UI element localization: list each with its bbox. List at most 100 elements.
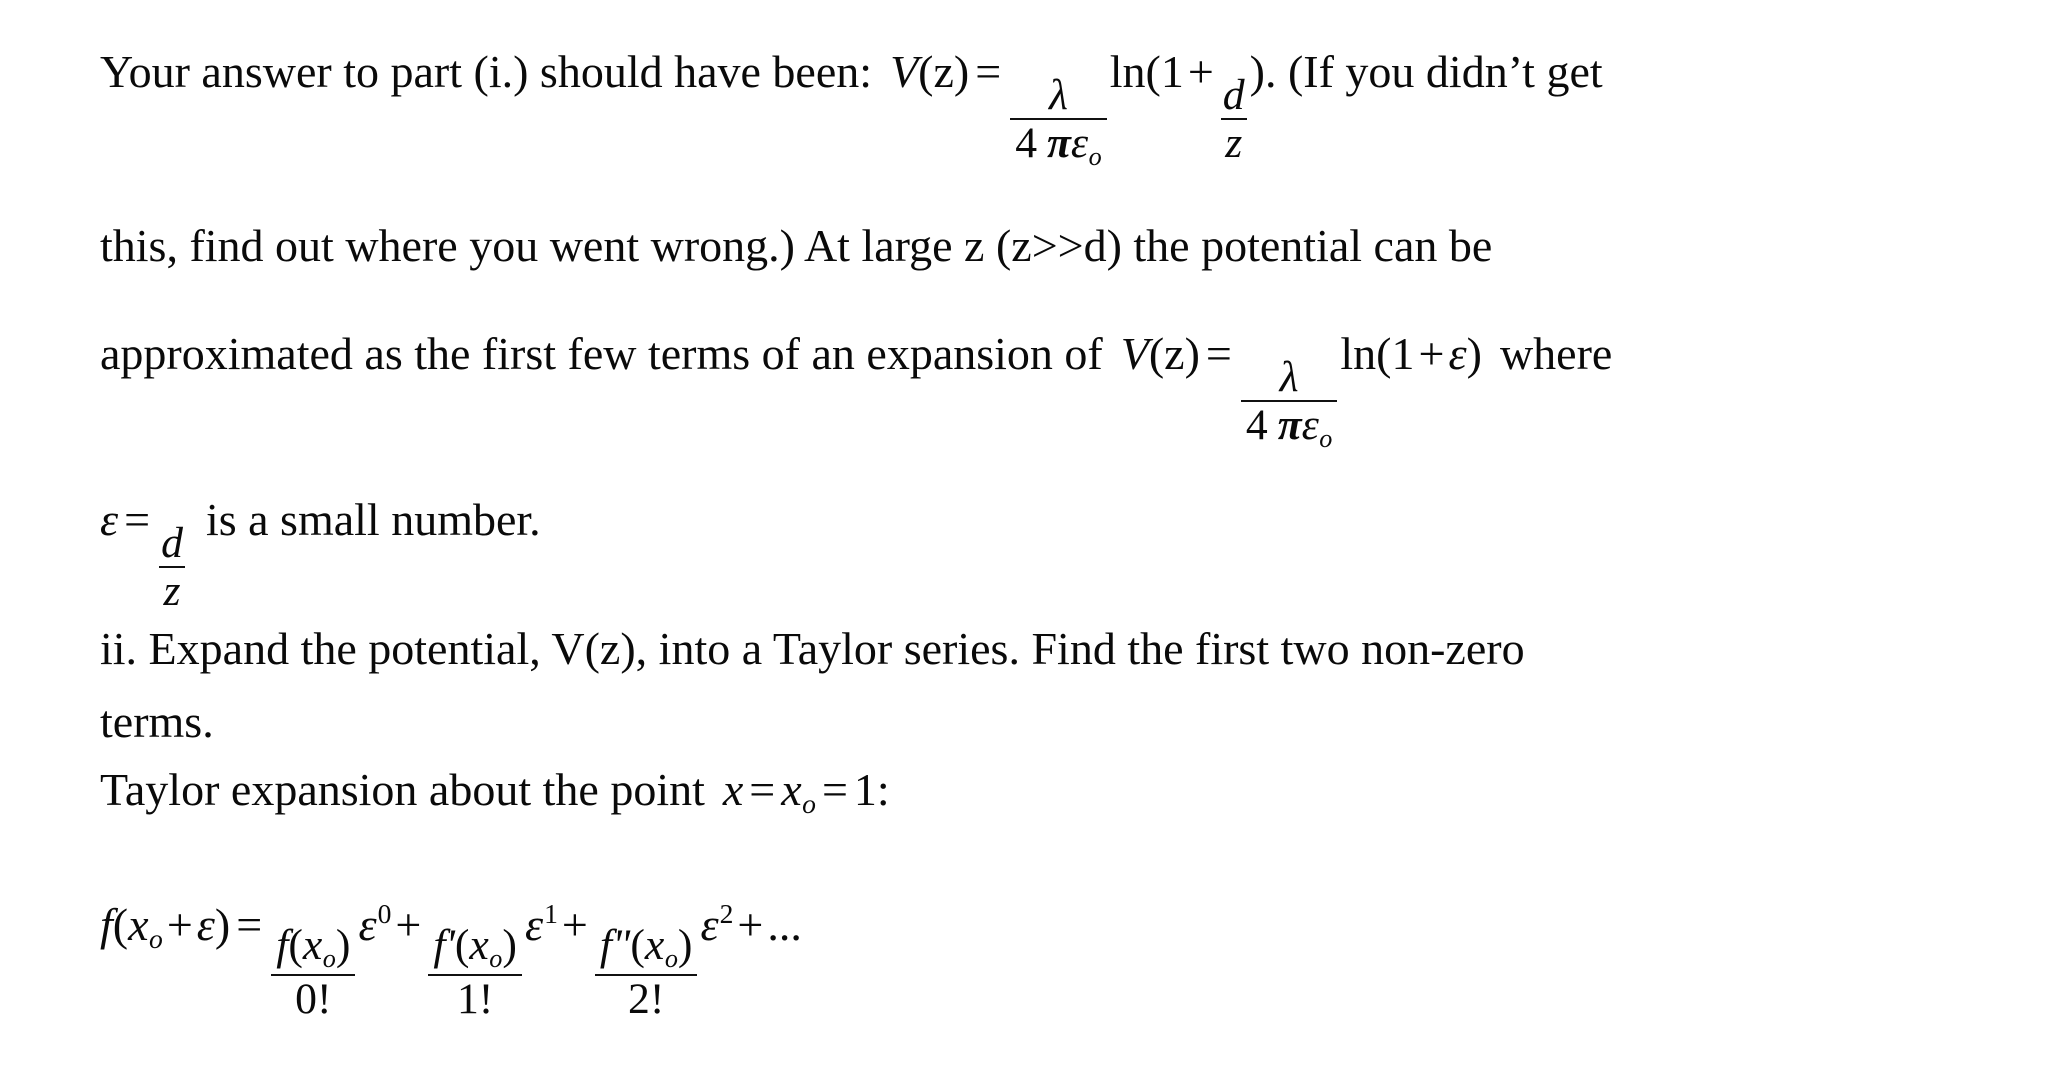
numerator-x: x [469,921,489,970]
text-line-3: approximated as the first few terms of a… [100,328,1613,452]
formula-lhs-argument: (z) [918,46,970,97]
formula-equals-sign: = [1205,328,1232,379]
formula-close-paren: ) [1249,46,1265,97]
numerator-open-paren: ( [630,921,645,970]
formula-colon: : [876,764,890,815]
fraction-lambda-over-4pieps: λ 4 πεo [1240,352,1338,453]
text-line-6: terms. [100,696,214,747]
fraction-denominator: 1! [456,974,494,1023]
taylor-term-fraction-0: f(xo) 0! [271,924,356,1023]
numerator-x: x [644,921,665,970]
denominator-four: 4 [1245,401,1268,450]
taylor-lhs-close-paren: ) [214,899,231,951]
line7-prefix-text: Taylor expansion about the point [100,764,705,815]
variable-x: x [722,764,744,815]
formula-epsilon: ε [1448,328,1467,379]
taylor-lhs-f: f [100,899,113,951]
fraction-d-over-z: dz [159,518,185,616]
denominator-four: 4 [1015,119,1038,168]
fraction-denominator: 4 πεo [1010,120,1107,170]
formula-epsilon-definition: ε = d z [100,494,188,613]
numerator-close-paren: ) [677,921,693,970]
formula-potential-epsilon: V(z) = λ 4 πεo ln(1+ε) [1120,328,1482,451]
taylor-equals-sign: = [236,899,263,951]
fraction-denominator: z [1225,119,1243,168]
denominator-epsilon: ε [1301,401,1319,450]
fraction-d-over-z: dz [1220,70,1247,168]
fraction-numerator: f"(xo) [595,924,698,973]
denominator-epsilon: ε [1070,119,1089,168]
fraction-numerator: d [1222,70,1245,119]
fraction-numerator: f'(xo) [428,924,522,973]
taylor-plus-2: + [737,899,764,951]
fraction-numerator: λ [1279,352,1299,401]
formula-ln-open: ln(1 [1109,46,1184,97]
line1-prefix-text: Your answer to part (i.) should have bee… [100,46,873,97]
denominator-pi: π [1047,119,1071,168]
formula-lhs-function: V [1120,328,1149,379]
taylor-lhs-plus: + [166,899,193,951]
formula-potential-d-over-z: V(z) = λ 4 πεo ln(1+ d z) [890,46,1265,169]
numerator-x: x [302,921,323,970]
variable-x-nought: x [781,764,802,815]
taylor-lhs-open-paren: ( [112,899,129,951]
formula-expansion-point: x = xo = 1: [722,764,890,818]
text-line-8: f(xo+ε) = f(xo) 0! ε0+ f'(xo) 1! ε1+ f"(xo) 2! ε2+… [100,898,802,1021]
taylor-lhs-x: x [128,899,149,951]
denominator-epsilon-subscript: o [1088,142,1102,172]
fraction-numerator: d [161,518,183,567]
fraction-numerator: f(xo) [271,924,355,973]
text-line-2: this, find out where you went wrong.) At… [100,220,1493,271]
taylor-ellipsis: ... [767,899,802,951]
line3-suffix-text: where [1499,328,1613,379]
numerator-primes: " [612,921,631,970]
document-page: Your answer to part (i.) should have bee… [0,0,2046,1074]
formula-close-paren: ) [1466,328,1482,379]
fraction-denominator: 4 πεo [1241,402,1338,452]
denominator-pi: π [1277,401,1302,450]
numerator-primes: ' [445,921,455,970]
formula-equals-sign-1: = [749,764,776,815]
formula-equals-sign: = [124,494,151,545]
taylor-epsilon-2: ε [700,899,719,951]
denominator-epsilon-subscript: o [1319,424,1333,454]
numerator-x-subscript: o [489,944,503,974]
numerator-x-subscript: o [664,944,678,974]
numerator-close-paren: ) [502,921,517,970]
taylor-epsilon-exponent-2: 2 [719,898,734,929]
taylor-epsilon-1: ε [524,899,544,951]
fraction-denominator: 2! [627,974,665,1023]
taylor-term-fraction-1: f'(xo) 1! [428,924,522,1021]
text-line-7: Taylor expansion about the point x = xo = 1: [100,764,890,819]
text-line-4: ε = d z is a small number. [100,494,541,614]
taylor-epsilon-exponent-1: 1 [544,898,558,929]
fraction-denominator: z [163,567,181,616]
line3-prefix-text: approximated as the first few terms of a… [100,328,1103,379]
text-line-5: ii. Expand the potential, V(z), into a T… [100,623,1525,674]
taylor-term-fraction-2: f"(xo) 2! [594,924,698,1023]
formula-equals-sign: = [975,46,1002,97]
formula-taylor-series: f(xo+ε) = f(xo) 0! ε0+ f'(xo) 1! ε1+ f"(xo) 2! ε2+… [100,898,802,1020]
taylor-plus-1: + [561,899,588,951]
taylor-epsilon-exponent-0: 0 [377,898,392,929]
formula-lhs-argument: (z) [1148,328,1200,379]
line1-suffix-text: . (If you didn’t get [1264,46,1603,97]
fraction-denominator: 0! [295,974,332,1023]
taylor-plus-0: + [395,899,422,951]
taylor-lhs-x-subscript: o [149,923,163,955]
numerator-open-paren: ( [454,921,470,970]
numerator-x-subscript: o [322,944,336,974]
formula-lhs-function: V [890,46,919,97]
formula-plus-sign: + [1418,328,1445,379]
numerator-open-paren: ( [288,921,303,970]
fraction-lambda-over-4pieps: λ 4 πεo [1010,70,1107,171]
formula-value-one: 1 [853,764,877,815]
formula-plus-sign: + [1187,46,1214,97]
formula-ln-open: ln(1 [1340,328,1415,379]
taylor-lhs-epsilon: ε [196,899,215,951]
variable-x-subscript: o [802,788,816,820]
line4-suffix-text: is a small number. [205,494,541,545]
numerator-f: f [276,921,289,970]
taylor-epsilon-0: ε [358,899,377,951]
fraction-numerator: λ [1048,70,1068,119]
